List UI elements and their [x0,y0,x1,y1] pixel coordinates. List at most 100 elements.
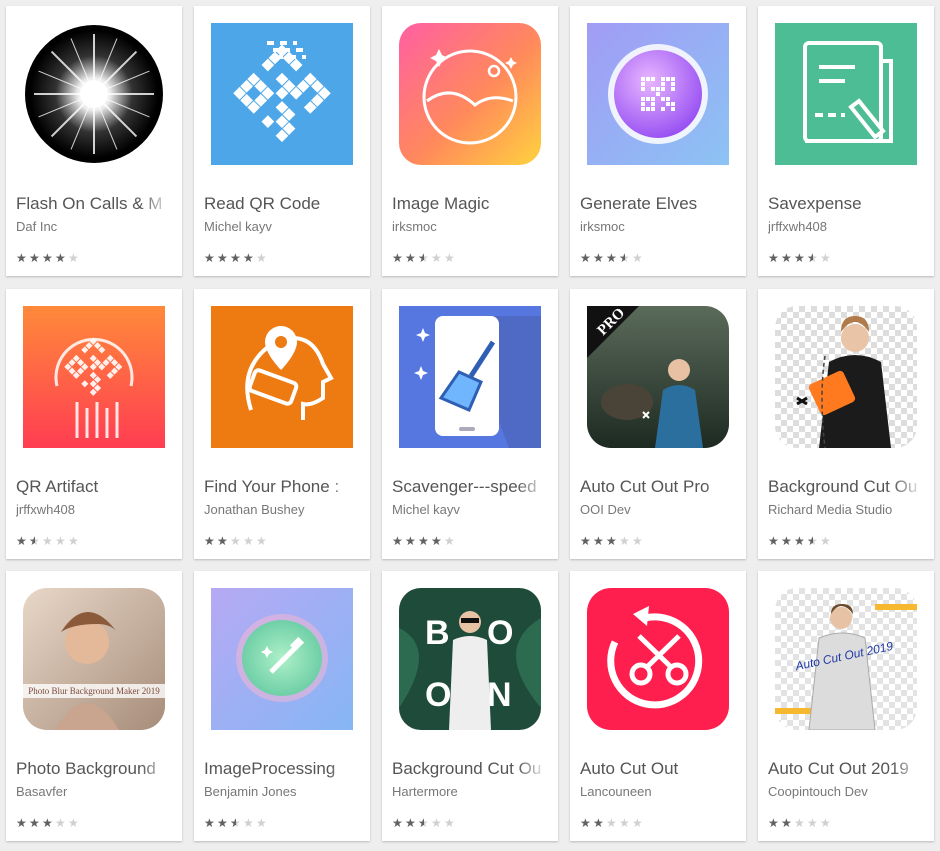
flash-burst-icon[interactable] [23,23,165,165]
head-location-icon[interactable] [211,306,353,448]
app-title[interactable]: Read QR Code [204,194,360,214]
star-icon: ★ ★ [768,816,779,830]
app-card[interactable]: Savexpense jrffxwh408 ★ ★ ★ ★ ★ ★ ★ ★ ★ [758,6,934,276]
star-icon: ★ ★ [204,534,215,548]
star-icon: ★ ★ [29,816,40,830]
star-icon: ★ ★ [807,251,818,265]
qr-code-icon[interactable] [211,23,353,165]
app-card[interactable]: ImageProcessing Benjamin Jones ★ ★ ★ ★ ★ ★ ★ ★ [194,571,370,841]
app-developer[interactable]: Michel kayv [204,219,360,234]
app-title[interactable]: Image Magic [392,194,548,214]
star-rating: ★ ★ ★ ★ ★ ★ ★ ★ ★ [768,251,832,265]
star-rating: ★ ★ ★ ★ ★ ★ ★ ★ [392,251,456,265]
app-developer[interactable]: irksmoc [580,219,736,234]
app-developer[interactable]: Jonathan Bushey [204,502,360,517]
qr-orb-icon[interactable] [587,23,729,165]
star-icon: ★ [243,534,254,548]
star-rating: ★ ★ ★ ★ ★ ★ ★ ★ [204,816,268,830]
app-title[interactable]: Auto Cut Out Pro [580,477,736,497]
app-card[interactable]: Generate Elves irksmoc ★ ★ ★ ★ ★ ★ ★ ★ ★ [570,6,746,276]
star-icon: ★ [820,816,831,830]
star-icon: ★ [807,816,818,830]
app-title[interactable]: Background Cut Ou [768,477,924,497]
star-icon: ★ ★ [431,534,442,548]
app-developer[interactable]: Basavfer [16,784,172,799]
star-icon: ★ ★ [418,251,429,265]
app-title[interactable]: Background Cut Ou [392,759,548,779]
star-rating: ★ ★ ★ ★ ★ ★ ★ ★ ★ [16,251,80,265]
star-icon: ★ ★ [593,251,604,265]
app-card[interactable]: Auto Cut Out Lancouneen ★ ★ ★ ★ ★ ★ ★ [570,571,746,841]
app-title[interactable]: Savexpense [768,194,924,214]
app-title[interactable]: Generate Elves [580,194,736,214]
woman-cutout-icon[interactable] [775,306,917,448]
phone-broom-icon[interactable] [399,306,541,448]
app-developer[interactable]: Daf Inc [16,219,172,234]
app-card[interactable]: Flash On Calls & M Daf Inc ★ ★ ★ ★ ★ ★ ★ ★ ★ [6,6,182,276]
app-developer[interactable]: Coopintouch Dev [768,784,924,799]
star-icon: ★ [606,816,617,830]
app-title[interactable]: QR Artifact [16,477,172,497]
star-icon: ★ ★ [807,534,818,548]
app-title[interactable]: Auto Cut Out [580,759,736,779]
app-developer[interactable]: jrffxwh408 [16,502,172,517]
star-icon: ★ ★ [593,816,604,830]
star-icon: ★ [444,816,455,830]
app-title[interactable]: ImageProcessing [204,759,360,779]
star-icon: ★ ★ [204,251,215,265]
app-title[interactable]: Scavenger---speed [392,477,548,497]
app-title[interactable]: Auto Cut Out 2019 [768,759,924,779]
app-developer[interactable]: Richard Media Studio [768,502,924,517]
app-card[interactable]: Image Magic irksmoc ★ ★ ★ ★ ★ ★ ★ ★ [382,6,558,276]
star-icon: ★ [444,534,455,548]
app-card[interactable]: B O O N Background Cut Ou Hartermore ★ ★ ★ ★ ★… [382,571,558,841]
star-icon: ★ ★ [405,534,416,548]
app-developer[interactable]: jrffxwh408 [768,219,924,234]
app-grid: Flash On Calls & M Daf Inc ★ ★ ★ ★ ★ ★ ★ ★ ★ Read … [0,0,940,851]
app-developer[interactable]: Michel kayv [392,502,548,517]
app-card[interactable]: Photo Blur Background Maker 2019 Photo Ba… [6,571,182,841]
star-icon: ★ ★ [392,251,403,265]
landscape-circle-icon[interactable] [399,23,541,165]
app-title[interactable]: Flash On Calls & M [16,194,172,214]
app-developer[interactable]: Lancouneen [580,784,736,799]
boom-photo-icon[interactable]: B O O N [399,588,541,730]
magic-wand-blob-icon[interactable] [211,588,353,730]
app-developer[interactable]: irksmoc [392,219,548,234]
app-card[interactable]: Find Your Phone : Jonathan Bushey ★ ★ ★ ★ ★ ★ ★ [194,289,370,559]
star-icon: ★ ★ [217,251,228,265]
star-icon: ★ [632,251,643,265]
star-icon: ★ ★ [230,251,241,265]
star-rating: ★ ★ ★ ★ ★ ★ ★ ★ ★ [768,534,832,548]
cutout-2019-icon[interactable]: Auto Cut Out 2019 [775,588,917,730]
app-card[interactable]: QR Artifact jrffxwh408 ★ ★ ★ ★ ★ ★ ★ [6,289,182,559]
app-card[interactable]: PRO Auto Cut Out Pro OOI Dev ★ ★ ★ ★ ★ ★ ★ ★ [570,289,746,559]
app-card[interactable]: Scavenger---speed Michel kayv ★ ★ ★ ★ ★ ★ ★ ★ ★ [382,289,558,559]
app-title[interactable]: Find Your Phone : [204,477,360,497]
star-icon: ★ ★ [781,816,792,830]
star-icon: ★ ★ [781,534,792,548]
qr-scan-icon[interactable] [23,306,165,448]
star-icon: ★ ★ [405,251,416,265]
pro-photo-cut-icon[interactable]: PRO [587,306,729,448]
svg-text:N: N [487,676,512,714]
app-developer[interactable]: OOI Dev [580,502,736,517]
photo-blur-portrait-icon[interactable]: Photo Blur Background Maker 2019 [23,588,165,730]
app-card[interactable]: Auto Cut Out 2019 Auto Cut Out 2019 Coopin… [758,571,934,841]
star-icon: ★ ★ [243,251,254,265]
star-icon: ★ [42,534,53,548]
app-card[interactable]: Read QR Code Michel kayv ★ ★ ★ ★ ★ ★ ★ ★ ★ [194,6,370,276]
star-rating: ★ ★ ★ ★ ★ ★ ★ [768,816,832,830]
star-icon: ★ [619,816,630,830]
scissors-circle-icon[interactable] [587,588,729,730]
app-developer[interactable]: Benjamin Jones [204,784,360,799]
app-title[interactable]: Photo Background [16,759,172,779]
star-icon: ★ [256,816,267,830]
app-developer[interactable]: Hartermore [392,784,548,799]
star-icon: ★ ★ [606,534,617,548]
note-pen-icon[interactable] [775,23,917,165]
star-icon: ★ [256,251,267,265]
star-icon: ★ ★ [29,534,40,548]
star-rating: ★ ★ ★ ★ ★ ★ ★ ★ [580,534,644,548]
app-card[interactable]: Background Cut Ou Richard Media Studio ★ ★ ★… [758,289,934,559]
